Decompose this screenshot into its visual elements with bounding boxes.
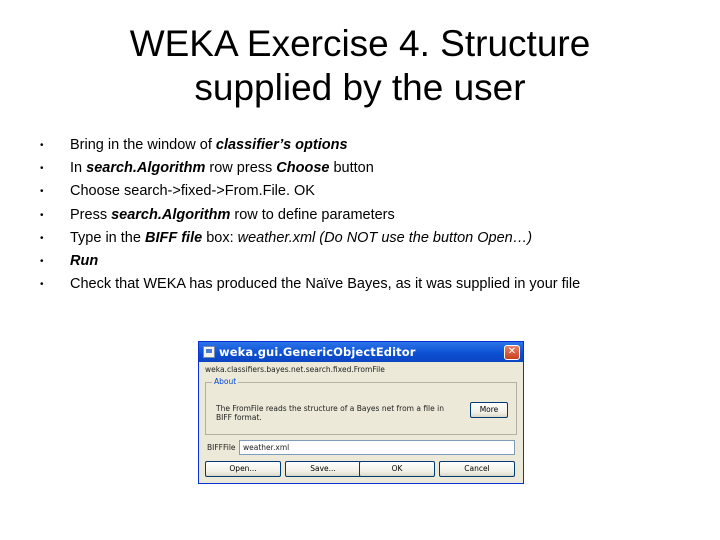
bullet-item: • Bring in the window of classifier’s op…	[40, 134, 700, 157]
bullet-text: Bring in the window of	[70, 137, 216, 153]
bullet-marker: •	[40, 279, 44, 291]
bullet-list: • Bring in the window of classifier’s op…	[40, 134, 700, 296]
bullet-text: row to define parameters	[230, 206, 395, 223]
bullet-emphasis: BIFF file	[144, 229, 203, 246]
slide-title: WEKA Exercise 4. Structure supplied by t…	[60, 22, 660, 110]
slide-title-line-2: supplied by the user	[194, 67, 526, 108]
bullet-text: row press	[205, 160, 277, 177]
cancel-button[interactable]: Cancel	[439, 461, 515, 477]
bullet-marker: •	[40, 209, 44, 221]
bullet-italic: weather.xml (Do NOT use the button Open……	[237, 229, 533, 246]
bullet-text: button	[329, 160, 374, 177]
bullet-item: • Check that WEKA has produced the Naïve…	[40, 273, 700, 296]
save-button[interactable]: Save...	[285, 461, 361, 477]
bullet-marker: •	[40, 256, 44, 268]
bullet-item: • In search.Algorithm row press Choose b…	[40, 157, 700, 180]
close-button[interactable]: ✕	[504, 344, 520, 360]
bullet-item: • Run	[40, 250, 700, 273]
open-button[interactable]: Open...	[205, 461, 281, 477]
bullet-text: Type in the	[70, 229, 145, 246]
bullet-marker: •	[40, 186, 44, 198]
bullet-marker: •	[40, 140, 44, 151]
dialog-titlebar[interactable]: weka.gui.GenericObjectEditor ✕	[199, 342, 523, 362]
bullet-text: Press	[70, 206, 112, 223]
bullet-emphasis: Run	[70, 253, 99, 270]
java-app-icon	[203, 346, 215, 358]
bullet-item: • Press search.Algorithm row to define p…	[40, 204, 700, 227]
bullet-emphasis: classifier’s options	[215, 137, 348, 153]
slide-title-line-1: WEKA Exercise 4. Structure	[129, 23, 591, 64]
close-icon: ✕	[507, 345, 517, 357]
about-panel: About The FromFile reads the structure o…	[205, 377, 517, 435]
more-button[interactable]: More	[470, 402, 508, 418]
bullet-text: In	[70, 160, 87, 177]
about-legend: About	[212, 377, 239, 386]
bullet-text: box:	[202, 229, 238, 246]
bullet-marker: •	[40, 163, 44, 175]
ok-button[interactable]: OK	[359, 461, 435, 477]
class-path-label[interactable]: weka.classifiers.bayes.net.search.fixed.…	[205, 365, 385, 374]
bullet-marker: •	[40, 232, 44, 244]
bullet-item: • Choose search->fixed->From.File. OK	[40, 180, 700, 203]
bullet-emphasis: search.Algorithm	[86, 160, 206, 177]
bullet-emphasis: Choose	[276, 160, 330, 177]
about-description: The FromFile reads the structure of a Ba…	[216, 404, 444, 422]
bullet-item: • Type in the BIFF file box: weather.xml…	[40, 227, 700, 250]
biff-file-label: BIFFFile	[207, 443, 236, 452]
dialog-title: weka.gui.GenericObjectEditor	[219, 345, 416, 359]
generic-object-editor-dialog: weka.gui.GenericObjectEditor ✕ weka.clas…	[198, 341, 524, 484]
bullet-emphasis: search.Algorithm	[111, 206, 231, 223]
bullet-text: Check that WEKA has produced the Naïve B…	[70, 276, 581, 293]
biff-file-input[interactable]	[239, 440, 515, 455]
bullet-text: Choose search->fixed->From.File. OK	[70, 183, 315, 200]
